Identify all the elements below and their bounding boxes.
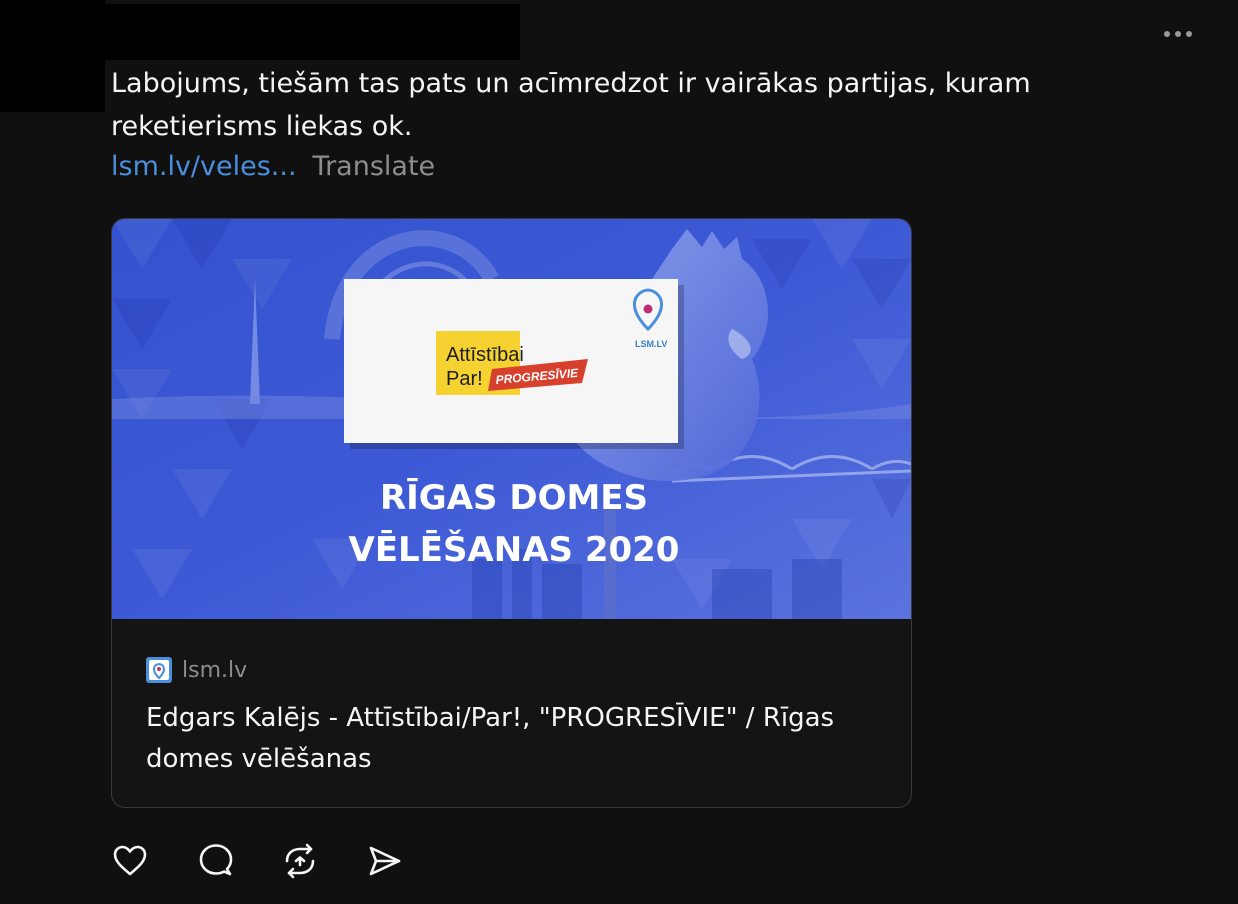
repost-button[interactable]	[281, 842, 319, 880]
reply-button[interactable]	[197, 842, 235, 880]
share-button[interactable]	[365, 842, 403, 880]
party-logo-line2: Par!	[446, 368, 483, 390]
card-domain: lsm.lv	[182, 657, 248, 683]
post-link[interactable]: lsm.lv/veles...	[111, 151, 297, 182]
post-link-row: lsm.lv/veles... Translate	[111, 148, 435, 186]
link-preview-card[interactable]: Attīstībai Par! PROGRESĪVIE LSM.LV RĪGAS…	[111, 218, 912, 808]
share-icon	[369, 846, 401, 876]
link-preview-image: Attīstībai Par! PROGRESĪVIE LSM.LV RĪGAS…	[112, 219, 911, 619]
more-options-icon[interactable]	[1156, 22, 1200, 46]
redacted-author-name	[105, 4, 520, 60]
card-image-headline-line2: VĒLĒŠANAS 2020	[349, 529, 680, 570]
post-text: Labojums, tiešām tas pats un acīmredzot …	[111, 68, 1031, 142]
lsm-favicon-icon	[146, 657, 172, 683]
like-button[interactable]	[111, 842, 149, 880]
card-image-headline-line1: RĪGAS DOMES	[380, 478, 648, 518]
party-logo-line1: Attīstībai	[446, 344, 524, 366]
lsm-source-label: LSM.LV	[635, 339, 667, 349]
heart-icon	[113, 845, 147, 876]
card-source: lsm.lv	[146, 657, 247, 683]
comment-icon	[199, 844, 233, 876]
redacted-avatar	[0, 0, 105, 112]
repost-icon	[285, 843, 315, 879]
card-title: Edgars Kalējs - Attīstībai/Par!, "PROGRE…	[146, 703, 835, 774]
translate-button[interactable]: Translate	[313, 151, 436, 182]
